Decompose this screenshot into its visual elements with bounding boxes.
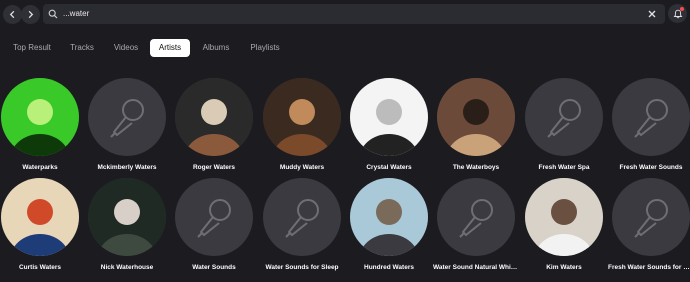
artist-photo-graphic: [350, 78, 428, 156]
artist-card[interactable]: Water Sounds: [171, 178, 257, 272]
artist-photo-graphic: [1, 78, 79, 156]
artist-photo-graphic: [1, 178, 79, 256]
top-bar: ...water: [0, 0, 690, 30]
artist-photo: [350, 178, 428, 256]
artist-photo: [88, 178, 166, 256]
artist-card[interactable]: The Waterboys: [433, 78, 519, 172]
artist-name: Fresh Water Spa: [538, 164, 590, 171]
artist-name: The Waterboys: [452, 164, 500, 171]
notification-badge: [680, 7, 684, 11]
artist-photo: [1, 78, 79, 156]
close-icon[interactable]: [647, 9, 657, 19]
microphone-icon: [197, 199, 231, 238]
artist-name: Hundred Waters: [364, 264, 414, 271]
artist-card[interactable]: Waterparks: [0, 78, 83, 172]
artist-placeholder-image: [263, 178, 341, 256]
artist-card[interactable]: Fresh Water Sounds for Sleep: [608, 178, 690, 272]
artist-name: Crystal Waters: [366, 164, 412, 171]
artist-card[interactable]: Curtis Waters: [0, 178, 83, 272]
artist-photo: [263, 78, 341, 156]
artist-photo: [1, 178, 79, 256]
artist-photo: [175, 78, 253, 156]
artist-photo-graphic: [350, 178, 428, 256]
artists-grid: Waterparks Mckimberly Waters Roger Waters M…: [0, 78, 690, 282]
artist-name: Mckimberly Waters: [97, 164, 157, 171]
artist-card[interactable]: Roger Waters: [171, 78, 257, 172]
artist-placeholder-image: [612, 178, 690, 256]
artist-photo-graphic: [437, 78, 515, 156]
artist-name: Water Sound Natural White Noise: [433, 264, 519, 271]
forward-button[interactable]: [21, 5, 40, 24]
chevron-left-icon: [9, 10, 15, 19]
artist-photo-graphic: [175, 78, 253, 156]
search-bar[interactable]: ...water: [43, 4, 665, 24]
artist-card[interactable]: Mckimberly Waters: [84, 78, 170, 172]
artist-name: Muddy Waters: [279, 164, 325, 171]
microphone-icon: [285, 199, 319, 238]
artist-name: Curtis Waters: [18, 264, 62, 271]
back-button[interactable]: [3, 5, 22, 24]
artist-photo-graphic: [88, 178, 166, 256]
artist-card[interactable]: Fresh Water Spa: [521, 78, 607, 172]
tab-videos[interactable]: Videos: [106, 39, 146, 57]
artist-name: Roger Waters: [192, 164, 236, 171]
artist-name: Nick Waterhouse: [100, 264, 154, 271]
chevron-right-icon: [28, 10, 34, 19]
artist-placeholder-image: [175, 178, 253, 256]
artist-name: Water Sounds for Sleep: [265, 264, 339, 271]
artist-photo: [350, 78, 428, 156]
artist-name: Fresh Water Sounds: [619, 164, 683, 171]
search-icon: [48, 9, 58, 19]
artist-photo: [437, 78, 515, 156]
artist-card[interactable]: Crystal Waters: [346, 78, 432, 172]
artist-card[interactable]: Water Sounds for Sleep: [259, 178, 345, 272]
artist-name: Water Sounds: [192, 264, 236, 271]
artist-placeholder-image: [525, 78, 603, 156]
artist-card[interactable]: Fresh Water Sounds: [608, 78, 690, 172]
artist-placeholder-image: [437, 178, 515, 256]
tab-playlists[interactable]: Playlists: [246, 39, 284, 57]
search-input[interactable]: ...water: [63, 8, 89, 20]
microphone-icon: [634, 199, 668, 238]
tab-tracks[interactable]: Tracks: [64, 39, 100, 57]
artist-photo: [525, 178, 603, 256]
artist-name: Kim Waters: [546, 264, 582, 271]
microphone-icon: [110, 99, 144, 138]
artist-name: Fresh Water Sounds for Sleep: [608, 264, 690, 271]
tab-top-result[interactable]: Top Result: [8, 39, 56, 57]
artist-card[interactable]: Nick Waterhouse: [84, 178, 170, 272]
microphone-icon: [634, 99, 668, 138]
artist-name: Waterparks: [22, 164, 58, 171]
artist-card[interactable]: Water Sound Natural White Noise: [433, 178, 519, 272]
microphone-icon: [459, 199, 493, 238]
tab-albums[interactable]: Albums: [198, 39, 234, 57]
artist-card[interactable]: Kim Waters: [521, 178, 607, 272]
artist-photo-graphic: [525, 178, 603, 256]
tab-artists[interactable]: Artists: [150, 39, 190, 57]
microphone-icon: [547, 99, 581, 138]
artist-placeholder-image: [88, 78, 166, 156]
artist-card[interactable]: Hundred Waters: [346, 178, 432, 272]
artist-card[interactable]: Muddy Waters: [259, 78, 345, 172]
artist-photo-graphic: [263, 78, 341, 156]
artist-placeholder-image: [612, 78, 690, 156]
notifications-button[interactable]: [668, 4, 687, 23]
